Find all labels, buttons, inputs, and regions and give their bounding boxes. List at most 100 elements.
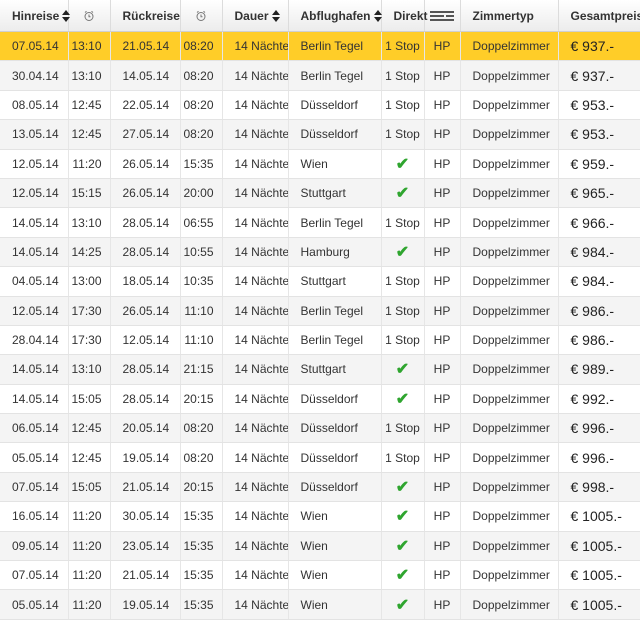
- board-type: HP: [424, 413, 461, 444]
- header-return-time[interactable]: [180, 0, 223, 32]
- room-type: Doppelzimmer: [460, 60, 559, 91]
- sort-arrows-icon[interactable]: [62, 10, 71, 23]
- board-type: HP: [424, 325, 461, 356]
- header-board[interactable]: [424, 0, 461, 32]
- direct-check-icon: ✔: [381, 149, 425, 179]
- offer-row[interactable]: 12.05.14 15:15 26.05.14 20:00 14 Nächte Stutt…: [0, 178, 640, 209]
- offer-row[interactable]: 09.05.14 11:20 23.05.14 15:35 14 Nächte Wien ✔…: [0, 531, 640, 562]
- return-time: 20:00: [180, 178, 223, 209]
- room-type: Doppelzimmer: [460, 442, 559, 473]
- sort-arrows-icon[interactable]: [271, 10, 281, 23]
- offer-row[interactable]: 14.05.14 13:10 28.05.14 21:15 14 Nächte Stutt…: [0, 354, 640, 385]
- total-price: € 966.-: [558, 207, 640, 238]
- offer-row[interactable]: 28.04.14 17:30 12.05.14 11:10 14 Nächte Berli…: [0, 325, 640, 356]
- departure-airport: Düsseldorf: [288, 119, 382, 150]
- direct-flight: 1 Stop: [381, 442, 425, 473]
- duration: 14 Nächte: [222, 207, 289, 238]
- departure-date: 07.05.14: [0, 560, 69, 591]
- total-price: € 959.-: [558, 149, 640, 179]
- departure-date: 08.05.14: [0, 90, 69, 121]
- total-price: € 992.-: [558, 384, 640, 415]
- offer-row[interactable]: 14.05.14 14:25 28.05.14 10:55 14 Nächte Hambu…: [0, 237, 640, 268]
- departure-time: 11:20: [68, 589, 111, 620]
- departure-airport: Düsseldorf: [288, 90, 382, 121]
- return-date: 30.05.14: [110, 501, 181, 532]
- offer-row[interactable]: 30.04.14 13:10 14.05.14 08:20 14 Nächte Berli…: [0, 60, 640, 91]
- room-type: Doppelzimmer: [460, 237, 559, 268]
- header-return[interactable]: Rückreise: [110, 0, 181, 32]
- direct-check-icon: ✔: [381, 237, 425, 268]
- departure-date: 09.05.14: [0, 531, 69, 562]
- room-type: Doppelzimmer: [460, 296, 559, 326]
- departure-date: 05.05.14: [0, 589, 69, 620]
- direct-flight: 1 Stop: [381, 60, 425, 91]
- total-price: € 986.-: [558, 296, 640, 326]
- return-time: 11:10: [180, 296, 223, 326]
- header-direct[interactable]: Direkt: [381, 0, 428, 32]
- board-type: HP: [424, 442, 461, 473]
- departure-date: 28.04.14: [0, 325, 69, 356]
- departure-time: 12:45: [68, 442, 111, 473]
- room-type: Doppelzimmer: [460, 325, 559, 356]
- board-type: HP: [424, 237, 461, 268]
- header-duration[interactable]: Dauer: [222, 0, 289, 32]
- offer-row[interactable]: 12.05.14 17:30 26.05.14 11:10 14 Nächte Berli…: [0, 296, 640, 326]
- direct-check-icon: ✔: [381, 589, 425, 620]
- departure-date: 14.05.14: [0, 207, 69, 238]
- offer-row[interactable]: 08.05.14 12:45 22.05.14 08:20 14 Nächte Düsse…: [0, 90, 640, 121]
- total-price: € 1005.-: [558, 589, 640, 620]
- return-time: 08:20: [180, 31, 223, 62]
- duration: 14 Nächte: [222, 31, 289, 62]
- header-departure[interactable]: Hinreise: [0, 0, 71, 32]
- departure-time: 14:25: [68, 237, 111, 268]
- return-date: 28.05.14: [110, 237, 181, 268]
- offer-row[interactable]: 12.05.14 11:20 26.05.14 15:35 14 Nächte Wien ✔…: [0, 149, 640, 179]
- header-airport[interactable]: Abflughafen: [288, 0, 383, 32]
- header-total[interactable]: Gesamtpreis: [558, 0, 640, 32]
- departure-airport: Stuttgart: [288, 178, 382, 209]
- offer-row[interactable]: 05.05.14 11:20 19.05.14 15:35 14 Nächte Wien ✔…: [0, 589, 640, 620]
- total-price: € 953.-: [558, 119, 640, 150]
- offer-row[interactable]: 16.05.14 11:20 30.05.14 15:35 14 Nächte Wien ✔…: [0, 501, 640, 532]
- departure-airport: Berlin Tegel: [288, 325, 382, 356]
- departure-airport: Berlin Tegel: [288, 60, 382, 91]
- board-type: HP: [424, 589, 461, 620]
- duration: 14 Nächte: [222, 119, 289, 150]
- room-type: Doppelzimmer: [460, 119, 559, 150]
- offer-row[interactable]: 07.05.14 13:10 21.05.14 08:20 14 Nächte Berli…: [0, 31, 640, 62]
- departure-date: 30.04.14: [0, 60, 69, 91]
- duration: 14 Nächte: [222, 149, 289, 179]
- offer-row[interactable]: 14.05.14 15:05 28.05.14 20:15 14 Nächte Düsse…: [0, 384, 640, 415]
- offer-row[interactable]: 06.05.14 12:45 20.05.14 08:20 14 Nächte Düsse…: [0, 413, 640, 444]
- duration: 14 Nächte: [222, 413, 289, 444]
- departure-date: 07.05.14: [0, 472, 69, 503]
- direct-flight: 1 Stop: [381, 296, 425, 326]
- offer-row[interactable]: 04.05.14 13:00 18.05.14 10:35 14 Nächte Stutt…: [0, 266, 640, 297]
- offer-row[interactable]: 13.05.14 12:45 27.05.14 08:20 14 Nächte Düsse…: [0, 119, 640, 150]
- total-price: € 996.-: [558, 442, 640, 473]
- offer-row[interactable]: 07.05.14 15:05 21.05.14 20:15 14 Nächte Düsse…: [0, 472, 640, 503]
- return-date: 28.05.14: [110, 207, 181, 238]
- total-price: € 984.-: [558, 237, 640, 268]
- header-departure-time[interactable]: [68, 0, 111, 32]
- room-type: Doppelzimmer: [460, 207, 559, 238]
- return-date: 26.05.14: [110, 149, 181, 179]
- departure-time: 13:10: [68, 60, 111, 91]
- return-time: 15:35: [180, 531, 223, 562]
- board-type: HP: [424, 296, 461, 326]
- duration: 14 Nächte: [222, 589, 289, 620]
- board-type: HP: [424, 266, 461, 297]
- sort-arrows-icon[interactable]: [373, 10, 383, 23]
- header-roomtype[interactable]: Zimmertyp: [460, 0, 559, 32]
- offer-row[interactable]: 07.05.14 11:20 21.05.14 15:35 14 Nächte Wien ✔…: [0, 560, 640, 591]
- direct-flight: 1 Stop: [381, 325, 425, 356]
- offer-row[interactable]: 05.05.14 12:45 19.05.14 08:20 14 Nächte Düsse…: [0, 442, 640, 473]
- departure-time: 13:10: [68, 207, 111, 238]
- return-date: 27.05.14: [110, 119, 181, 150]
- offer-row[interactable]: 14.05.14 13:10 28.05.14 06:55 14 Nächte Berli…: [0, 207, 640, 238]
- duration: 14 Nächte: [222, 442, 289, 473]
- departure-date: 12.05.14: [0, 178, 69, 209]
- return-date: 20.05.14: [110, 413, 181, 444]
- return-time: 08:20: [180, 442, 223, 473]
- return-date: 23.05.14: [110, 531, 181, 562]
